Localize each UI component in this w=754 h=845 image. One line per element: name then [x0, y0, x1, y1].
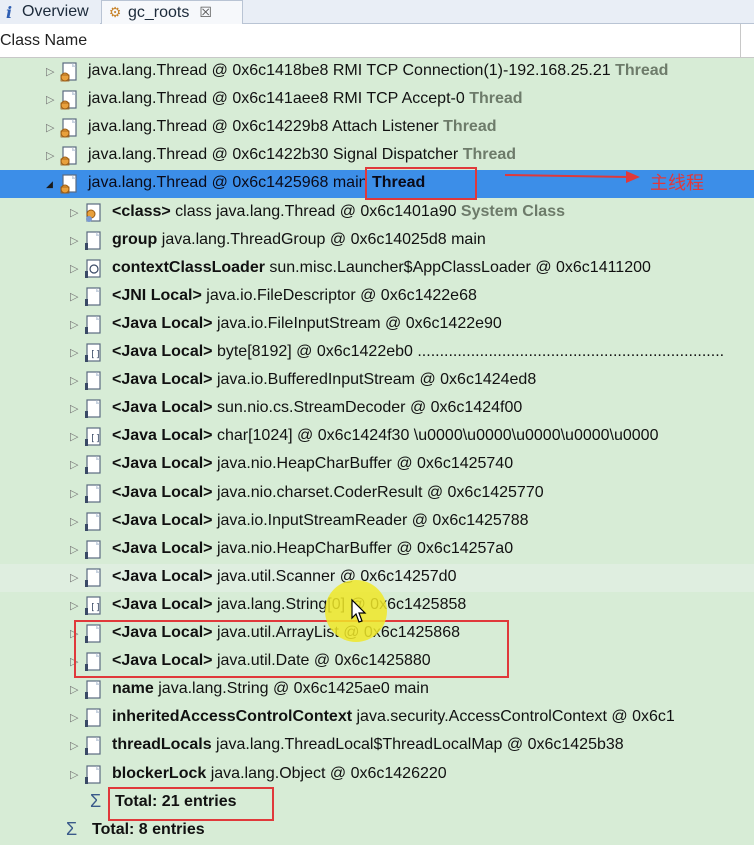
annotation-box-locals	[74, 620, 509, 678]
mouse-cursor-icon	[351, 598, 367, 623]
annotation-arrow	[504, 171, 640, 183]
annotation-box-total	[108, 787, 274, 821]
annotation-label-main-thread: 主线程	[650, 173, 704, 194]
